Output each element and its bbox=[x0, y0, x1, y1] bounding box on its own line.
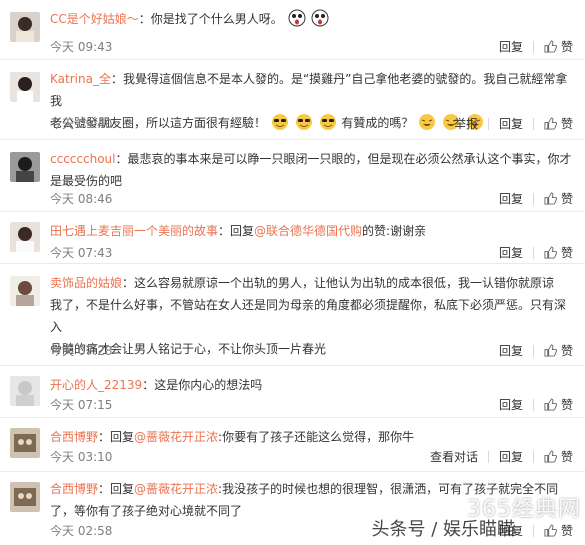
like-button[interactable]: 赞 bbox=[534, 38, 573, 55]
avatar[interactable] bbox=[10, 12, 40, 42]
avatar[interactable] bbox=[10, 222, 40, 252]
timestamp: 今天 08:46 bbox=[50, 192, 113, 206]
like-button[interactable]: 赞 bbox=[534, 448, 573, 465]
reply-prefix: ：回复 bbox=[98, 430, 135, 444]
timestamp: 今天 02:58 bbox=[50, 524, 113, 538]
avatar[interactable] bbox=[10, 482, 40, 512]
reply-button[interactable]: 回复 bbox=[489, 244, 533, 261]
thumbs-up-icon bbox=[544, 40, 557, 53]
view-conversation-button[interactable]: 查看对话 bbox=[420, 448, 488, 465]
timestamp: 今天 07:43 bbox=[50, 246, 113, 260]
avatar[interactable] bbox=[10, 376, 40, 406]
sunglasses-emoji-icon bbox=[319, 114, 336, 130]
sunglasses-emoji-icon bbox=[295, 114, 312, 130]
mention-link[interactable]: @蔷薇花开正浓 bbox=[134, 482, 218, 496]
like-button[interactable]: 赞 bbox=[534, 396, 573, 413]
shocked-face-emoji-icon bbox=[311, 9, 329, 27]
comment-text: 了，等你有了孩子绝对心境就不同了 bbox=[50, 504, 243, 518]
comment-text: ：我覺得這個信息不是本人發的。是“摸雞丹”自己拿他老婆的號發的。我自己就經常拿我 bbox=[50, 72, 568, 108]
report-button[interactable]: 举报 bbox=[444, 115, 488, 132]
reply-button[interactable]: 回复 bbox=[489, 448, 533, 465]
username[interactable]: 合西博野 bbox=[50, 430, 98, 444]
timestamp: 今天 09:40 bbox=[50, 117, 113, 131]
comment-item: 合西博野：回复@蔷薇花开正浓:你要有了孩子还能这么觉得，那你牛 今天 03:10… bbox=[0, 418, 585, 472]
like-label: 赞 bbox=[560, 524, 573, 538]
username[interactable]: Katrina_全 bbox=[50, 72, 111, 86]
thumbs-up-icon bbox=[544, 524, 557, 537]
username[interactable]: 合西博野 bbox=[50, 482, 98, 496]
comment-text: ：最悲哀的事本来是可以睁一只眼闭一只眼的，但是现在必须公然承认这个事实，你才 bbox=[115, 152, 572, 166]
reply-button[interactable]: 回复 bbox=[489, 115, 533, 132]
avatar[interactable] bbox=[10, 152, 40, 182]
like-label: 赞 bbox=[560, 398, 573, 412]
comment-item: cccccchoul：最悲哀的事本来是可以睁一只眼闭一只眼的，但是现在必须公然承… bbox=[0, 140, 585, 212]
like-label: 赞 bbox=[560, 117, 573, 131]
thumbs-up-icon bbox=[544, 192, 557, 205]
comment-text: ：这是你内心的想法吗 bbox=[142, 378, 263, 392]
reply-button[interactable]: 回复 bbox=[489, 396, 533, 413]
like-label: 赞 bbox=[560, 344, 573, 358]
comment-text: 有贊成的嗎？ bbox=[341, 116, 414, 130]
avatar[interactable] bbox=[10, 72, 40, 102]
like-button[interactable]: 赞 bbox=[534, 342, 573, 359]
thumbs-up-icon bbox=[544, 398, 557, 411]
timestamp: 今天 03:10 bbox=[50, 450, 113, 464]
thumbs-up-icon bbox=[544, 450, 557, 463]
username[interactable]: cccccchoul bbox=[50, 152, 115, 166]
sunglasses-emoji-icon bbox=[271, 114, 288, 130]
comment-item: CC是个好姑娘～：你是找了个什么男人呀。 今天 09:43 回复 赞 bbox=[0, 0, 585, 60]
comment-item: 卖饰品的姑娘：这么容易就原谅一个出轨的男人，让他认为出轨的成本很低，我一认错你就… bbox=[0, 264, 585, 366]
comment-text: 是最受伤的吧 bbox=[50, 174, 123, 188]
laughing-emoji-icon bbox=[419, 114, 436, 130]
comment-item: Katrina_全：我覺得這個信息不是本人發的。是“摸雞丹”自己拿他老婆的號發的… bbox=[0, 60, 585, 140]
comment-text: ：这么容易就原谅一个出轨的男人，让他认为出轨的成本很低，我一认错你就原谅 bbox=[122, 276, 555, 290]
like-button[interactable]: 赞 bbox=[534, 244, 573, 261]
thumbs-up-icon bbox=[544, 344, 557, 357]
like-label: 赞 bbox=[560, 192, 573, 206]
username[interactable]: 田七遇上麦吉丽一个美丽的故事 bbox=[50, 224, 218, 238]
username[interactable]: 开心的人_22139 bbox=[50, 378, 142, 392]
comment-text: 我了，不是什么好事，不管站在女人还是同为母亲的角度都必须提醒你，私底下必须严惩。… bbox=[50, 298, 567, 334]
timestamp: 今天 07:15 bbox=[50, 398, 113, 412]
comment-item: 田七遇上麦吉丽一个美丽的故事：回复@联合德华德国代购的赞:谢谢亲 今天 07:4… bbox=[0, 212, 585, 264]
mention-link[interactable]: @联合德华德国代购 bbox=[254, 224, 362, 238]
timestamp: 今天 09:43 bbox=[50, 40, 113, 54]
avatar[interactable] bbox=[10, 276, 40, 306]
reply-prefix: ：回复 bbox=[218, 224, 255, 238]
reply-button[interactable]: 回复 bbox=[489, 190, 533, 207]
comment-text: :你要有了孩子还能这么觉得，那你牛 bbox=[218, 430, 415, 444]
like-label: 赞 bbox=[560, 450, 573, 464]
like-label: 赞 bbox=[560, 40, 573, 54]
comment-text: 的赞:谢谢亲 bbox=[362, 224, 427, 238]
avatar[interactable] bbox=[10, 428, 40, 458]
username[interactable]: 卖饰品的姑娘 bbox=[50, 276, 122, 290]
comment-text: ：你是找了个什么男人呀。 bbox=[138, 12, 283, 26]
reply-button[interactable]: 回复 bbox=[489, 342, 533, 359]
like-button[interactable]: 赞 bbox=[534, 522, 573, 539]
watermark-sub: 头条号 / 娱乐瞄瞄 bbox=[371, 519, 515, 540]
like-label: 赞 bbox=[560, 246, 573, 260]
reply-prefix: ：回复 bbox=[98, 482, 135, 496]
thumbs-up-icon bbox=[544, 117, 557, 130]
reply-button[interactable]: 回复 bbox=[489, 38, 533, 55]
mention-link[interactable]: @蔷薇花开正浓 bbox=[134, 430, 218, 444]
username[interactable]: CC是个好姑娘～ bbox=[50, 12, 139, 26]
timestamp: 今天 07:28 bbox=[50, 344, 113, 358]
comment-item: 开心的人_22139：这是你内心的想法吗 今天 07:15 回复 赞 bbox=[0, 366, 585, 418]
like-button[interactable]: 赞 bbox=[534, 190, 573, 207]
shocked-face-emoji-icon bbox=[288, 9, 306, 27]
thumbs-up-icon bbox=[544, 246, 557, 259]
like-button[interactable]: 赞 bbox=[534, 115, 573, 132]
